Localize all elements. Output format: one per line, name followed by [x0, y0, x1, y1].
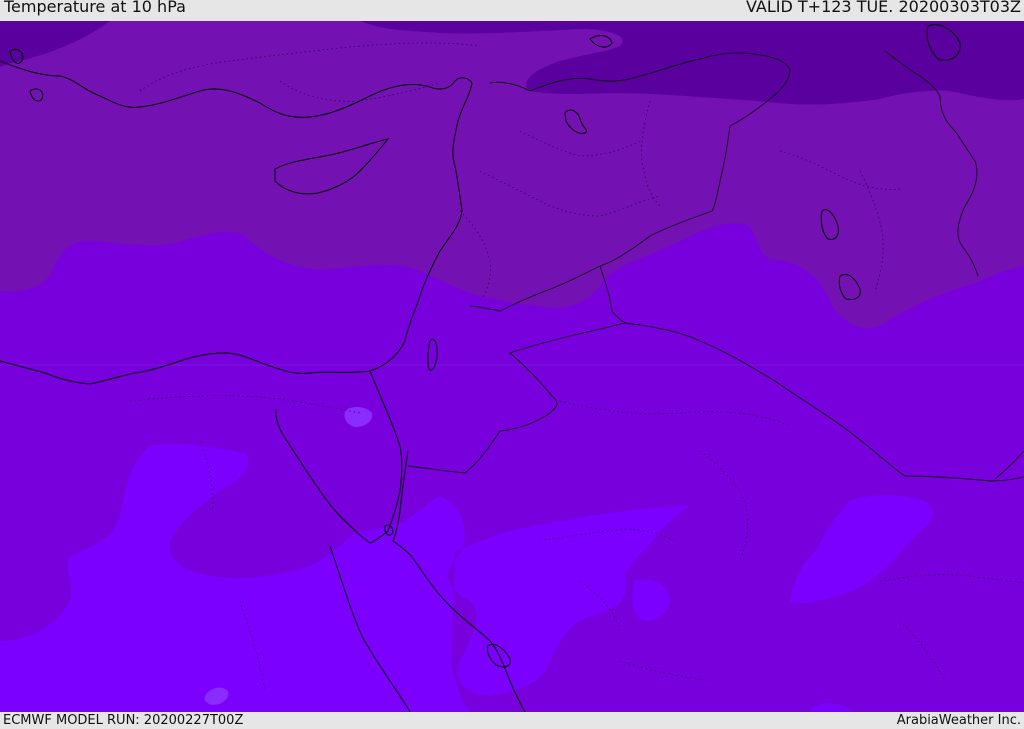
footer-bar: ECMWF MODEL RUN: 20200227T00Z ArabiaWeat…: [0, 712, 1024, 729]
credit-label: ArabiaWeather Inc.: [896, 713, 1021, 728]
valid-time: VALID T+123 TUE. 20200303T03Z: [745, 0, 1021, 16]
weather-map[interactable]: [0, 21, 1024, 712]
header-bar: Temperature at 10 hPa VALID T+123 TUE. 2…: [0, 0, 1024, 21]
map-title: Temperature at 10 hPa: [4, 0, 186, 16]
map-canvas: [0, 21, 1024, 712]
model-run-label: ECMWF MODEL RUN: 20200227T00Z: [3, 713, 244, 728]
